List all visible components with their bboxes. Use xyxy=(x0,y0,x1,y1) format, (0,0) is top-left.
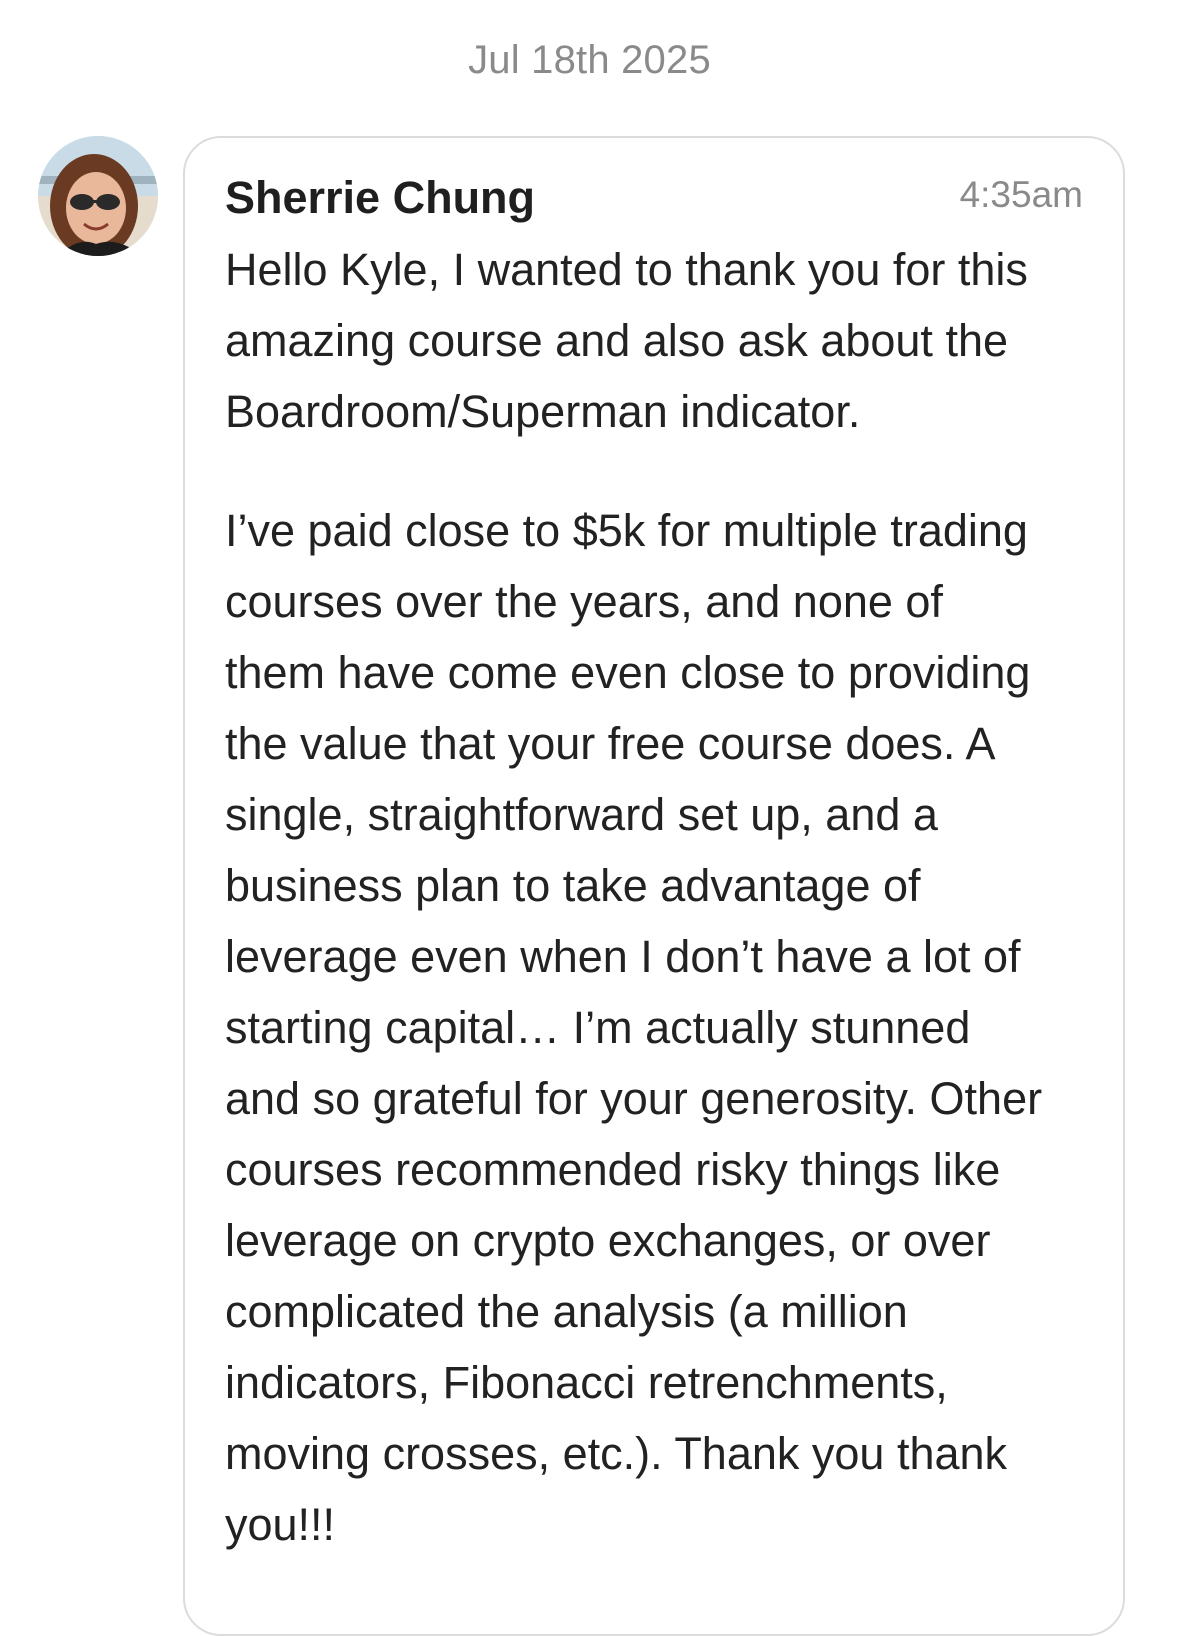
message-line: leverage on crypto exchanges, or over xyxy=(225,1215,991,1266)
message-line: courses over the years, and none of xyxy=(225,576,943,627)
message-line: courses recommended risky things like xyxy=(225,1144,1001,1195)
message-line: leverage even when I don’t have a lot of xyxy=(225,931,1021,982)
message-line: complicated the analysis (a million xyxy=(225,1286,908,1337)
message-line: moving crosses, etc.). Thank you thank xyxy=(225,1428,1008,1479)
message-line: business plan to take advantage of xyxy=(225,860,921,911)
message-bubble[interactable]: Sherrie Chung 4:35am Hello Kyle, I wante… xyxy=(183,136,1125,1636)
message-line: you!!! xyxy=(225,1499,336,1550)
message-line: starting capital… I’m actually stunned xyxy=(225,1002,971,1053)
message-line: indicators, Fibonacci retrenchments, xyxy=(225,1357,948,1408)
message-paragraph-2: I’ve paid close to $5k for multiple trad… xyxy=(225,495,1095,1560)
message-line: Boardroom/Superman indicator. xyxy=(225,386,861,437)
message-line: them have come even close to providing xyxy=(225,647,1031,698)
message-paragraph-1: Hello Kyle, I wanted to thank you for th… xyxy=(225,234,1095,447)
avatar-photo xyxy=(38,136,158,256)
message-line: the value that your free course does. A xyxy=(225,718,996,769)
message-body: Hello Kyle, I wanted to thank you for th… xyxy=(225,234,1095,1560)
message-line: single, straightforward set up, and a xyxy=(225,789,938,840)
message-line: amazing course and also ask about the xyxy=(225,315,1008,366)
avatar[interactable] xyxy=(38,136,158,256)
date-separator: Jul 18th 2025 xyxy=(468,38,711,82)
message-timestamp: 4:35am xyxy=(959,174,1083,215)
sender-name[interactable]: Sherrie Chung xyxy=(225,172,535,224)
message-line: Hello Kyle, I wanted to thank you for th… xyxy=(225,244,1028,295)
message-line: and so grateful for your generosity. Oth… xyxy=(225,1073,1043,1124)
message-line: I’ve paid close to $5k for multiple trad… xyxy=(225,505,1028,556)
